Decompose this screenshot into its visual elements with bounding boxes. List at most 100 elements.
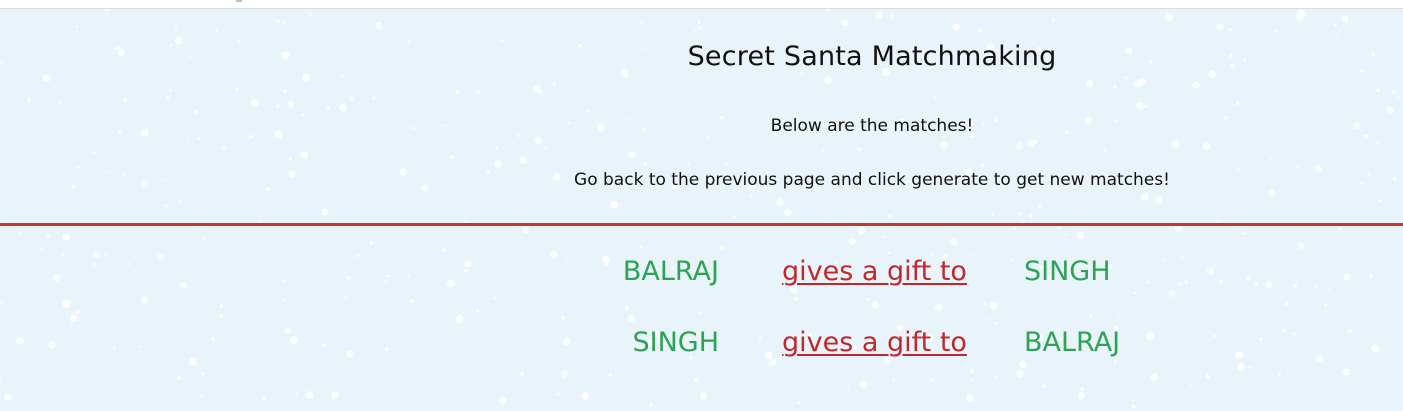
snowflake [69, 314, 77, 322]
snowflake [859, 380, 868, 388]
snowflake [857, 226, 866, 235]
snowflake [1242, 231, 1247, 236]
snowflake [697, 310, 701, 314]
snowflake [995, 322, 998, 325]
snowflake [305, 391, 314, 399]
snowflake [989, 301, 998, 310]
match-row: SINGH gives a gift to BALRAJ [0, 327, 1403, 367]
snowflake [581, 392, 590, 400]
snowflake [1064, 233, 1068, 236]
snowflake [993, 375, 998, 380]
tab-edge-indicator [236, 0, 242, 2]
snowflake [694, 377, 699, 382]
snowflake [970, 379, 973, 382]
snowflake [409, 299, 414, 303]
snowflake [201, 372, 205, 376]
receiver-name: SINGH [1024, 256, 1111, 287]
snowflake [19, 232, 22, 236]
snowflake [1089, 314, 1093, 318]
snowflake [971, 370, 975, 374]
snowflake [1046, 296, 1050, 300]
snowflake [331, 391, 339, 400]
snowflake [1323, 303, 1328, 307]
snowflake [1013, 227, 1017, 231]
snowflake [1205, 374, 1210, 379]
snowflake [866, 297, 869, 301]
snowflake [262, 396, 266, 401]
snowflake [200, 395, 204, 398]
snowflake [983, 301, 988, 306]
snowflake [1189, 383, 1194, 387]
snowflake [1077, 392, 1085, 400]
snowflake [847, 387, 851, 391]
snowflake [282, 298, 287, 302]
snowflake [608, 372, 612, 377]
snowflake [719, 245, 724, 250]
snowflake [499, 396, 507, 404]
snowflake [3, 393, 12, 402]
snowflake [1342, 368, 1351, 376]
header-divider [0, 223, 1403, 226]
snowflake [794, 297, 799, 302]
snowflake [781, 246, 784, 250]
snowflake [1131, 399, 1135, 403]
snowflake [1016, 370, 1024, 378]
snowflake [1076, 231, 1085, 239]
match-row: BALRAJ gives a gift to SINGH [0, 256, 1403, 296]
snowflake [219, 304, 224, 308]
snowflake [1277, 372, 1282, 376]
snowflake [1131, 404, 1136, 409]
snowflake [934, 303, 943, 312]
regenerate-instructions-text: Go back to the previous page and click g… [574, 170, 1170, 190]
snowflake [814, 389, 818, 393]
gives-gift-link[interactable]: gives a gift to [782, 256, 967, 287]
snowflake [848, 237, 857, 246]
snowflake [624, 306, 629, 311]
snowflake [219, 314, 224, 318]
snowflake [62, 299, 71, 308]
giver-name: SINGH [632, 327, 719, 358]
snowflake [1014, 368, 1018, 372]
snowflake [966, 394, 974, 402]
snowflake [888, 251, 891, 254]
snowflake [39, 247, 43, 251]
snowflake [699, 392, 708, 400]
snowflake [201, 237, 205, 241]
receiver-name: BALRAJ [1024, 327, 1121, 358]
snowflake [797, 401, 800, 405]
snowflake [882, 235, 886, 239]
snowflake [476, 309, 480, 313]
snowflake [949, 237, 958, 246]
giver-name: BALRAJ [622, 256, 719, 287]
snowflake [556, 392, 560, 397]
snowflake [649, 403, 653, 407]
matches-intro-text: Below are the matches! [770, 116, 974, 136]
page-title: Secret Santa Matchmaking [687, 41, 1057, 72]
snowflake [1337, 227, 1342, 232]
gives-gift-link[interactable]: gives a gift to [782, 327, 967, 358]
snowflake [441, 248, 446, 253]
snowflake [1241, 232, 1245, 236]
snowflake [0, 301, 3, 306]
snowflake [1042, 384, 1047, 389]
snowflake [1150, 373, 1159, 381]
snowflake [62, 233, 70, 241]
snowflake [295, 392, 298, 395]
snowflake [176, 375, 181, 380]
snowflake [561, 316, 565, 320]
snowflake [455, 314, 464, 323]
snowflake [627, 314, 636, 323]
snowflake [140, 295, 149, 304]
snowflake [344, 295, 348, 299]
snowflake [520, 371, 524, 376]
page-header: Secret Santa Matchmaking Below are the m… [0, 9, 1403, 223]
snowflake [560, 370, 569, 378]
snowflake [1297, 241, 1306, 250]
browser-edge [0, 0, 1403, 9]
snowflake [1117, 316, 1120, 320]
snowflake [70, 322, 74, 326]
snowflake [892, 378, 895, 381]
snowflake [871, 301, 880, 309]
snowflake [930, 378, 935, 383]
snowflake [76, 310, 80, 314]
